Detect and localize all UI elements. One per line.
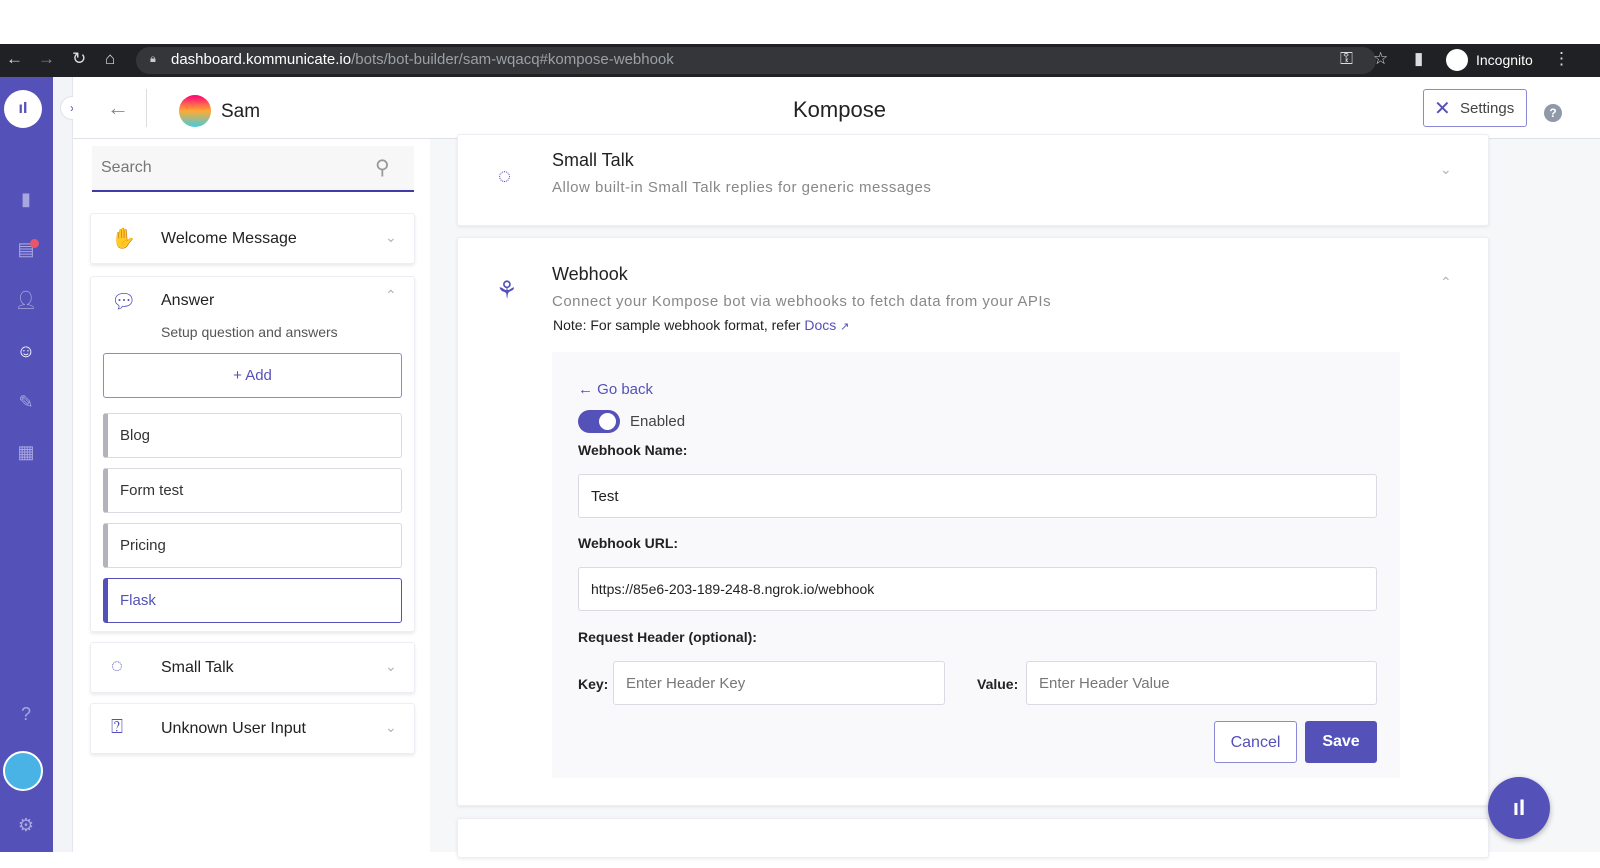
card-title: Webhook [552, 264, 628, 284]
menu-icon[interactable]: ⋮ [1553, 49, 1570, 69]
chat-widget-button[interactable]: ıI [1488, 777, 1550, 839]
webhook-url-input[interactable]: https://85e6-203-189-248-8.ngrok.io/webh… [578, 567, 1377, 611]
bot-avatar [179, 95, 211, 127]
divider [146, 89, 147, 127]
url-text[interactable]: dashboard.kommunicate.io/bots/bot-builde… [171, 51, 674, 68]
answer-item[interactable]: Pricing [103, 523, 402, 568]
webhook-note: Note: For sample webhook format, refer D… [553, 317, 849, 333]
webhook-card: ⚘ Webhook Connect your Kompose bot via w… [457, 237, 1489, 806]
chevron-down-icon[interactable]: ⌄ [385, 658, 397, 675]
request-header-label: Request Header (optional): [578, 629, 757, 645]
profile-label[interactable]: Incognito [1476, 52, 1533, 68]
page-header: ← Sam Kompose ✕ Settings ? [73, 77, 1600, 139]
chat-dots-icon: ◌ [498, 163, 512, 188]
note-text: Note: For sample webhook format, refer [553, 317, 801, 333]
sidepanel-icon[interactable]: ▮ [1414, 49, 1423, 69]
webhook-form: ← Go back Enabled Webhook Name: Test Web… [552, 352, 1400, 778]
bot-name: Sam [221, 101, 261, 122]
settings-button[interactable]: ✕ Settings [1423, 89, 1527, 127]
section-label[interactable]: Answer [161, 292, 214, 310]
left-nav: ıI ▮ ▤ 👤︎ ☺ ✎ ▦ ? ⚙ [0, 77, 53, 852]
sidebar-section-unknown-input[interactable]: ⍰ Unknown User Input ⌄ [90, 703, 415, 754]
users-icon[interactable]: 👤︎ [12, 290, 40, 312]
value-label: Value: [977, 676, 1019, 692]
webhook-icon: ⚘ [496, 277, 518, 304]
integrations-icon[interactable]: ✎ [12, 392, 40, 414]
chevron-down-icon[interactable]: ⌄ [385, 719, 397, 736]
card-description: Allow built-in Small Talk replies for ge… [552, 179, 932, 196]
docs-icon[interactable]: ▦ [12, 442, 40, 464]
key-icon[interactable]: ⚿ [1340, 49, 1353, 69]
webhook-url-label: Webhook URL: [578, 535, 679, 551]
chevron-down-icon[interactable]: ⌄ [1440, 161, 1452, 178]
save-button[interactable]: Save [1305, 721, 1377, 763]
home-icon[interactable]: ⌂ [105, 49, 115, 69]
star-icon[interactable]: ☆ [1373, 49, 1388, 69]
header-key-input[interactable]: Enter Header Key [613, 661, 945, 705]
section-description: Setup question and answers [161, 324, 338, 340]
collapse-strip: › [53, 77, 84, 852]
bot-icon[interactable]: ☺ [12, 341, 40, 363]
chevron-up-icon[interactable]: ⌃ [1440, 274, 1452, 291]
incognito-icon [1446, 49, 1468, 71]
gear-icon[interactable]: ⚙ [12, 815, 40, 837]
reload-icon[interactable]: ↻ [72, 49, 86, 69]
next-card [457, 818, 1489, 858]
answer-item[interactable]: Blog [103, 413, 402, 458]
sidebar-section-small-talk[interactable]: ◌ Small Talk ⌄ [90, 642, 415, 693]
section-label: Small Talk [161, 659, 234, 676]
webhook-name-input[interactable]: Test [578, 474, 1377, 518]
enabled-label: Enabled [630, 413, 686, 430]
header-value-input[interactable]: Enter Header Value [1026, 661, 1377, 705]
page-title: Kompose [793, 97, 886, 122]
answer-item-active[interactable]: Flask [103, 578, 402, 623]
webhook-name-label: Webhook Name: [578, 442, 688, 458]
reports-icon[interactable]: ▮ [12, 189, 40, 211]
help-icon[interactable]: ? [12, 704, 40, 726]
search-input[interactable]: Search ⚲ [92, 146, 414, 192]
back-arrow-icon[interactable]: ← [107, 95, 129, 121]
external-link-icon: ↗ [840, 321, 850, 333]
card-title: Small Talk [552, 150, 634, 170]
wave-icon: ✋ [111, 228, 136, 250]
sidebar-section-welcome-message[interactable]: ✋ Welcome Message ⌄ [90, 213, 415, 264]
back-icon[interactable]: ← [6, 49, 23, 69]
chevron-up-icon[interactable]: ⌃ [385, 287, 397, 304]
chat-dots-icon: ◌ [111, 655, 123, 677]
section-label: Welcome Message [161, 230, 297, 247]
settings-label: Settings [1460, 100, 1515, 117]
forward-icon[interactable]: → [38, 49, 55, 69]
lock-icon: 🔒︎ [150, 53, 156, 65]
go-back-link[interactable]: ← Go back [578, 381, 653, 398]
browser-toolbar: ← → ↻ ⌂ 🔒︎ dashboard.kommunicate.io/bots… [0, 44, 1600, 77]
question-chat-icon: 💬︎ [111, 291, 137, 313]
help-icon[interactable]: ? [1544, 104, 1562, 122]
small-talk-card[interactable]: ◌ Small Talk Allow built-in Small Talk r… [457, 134, 1489, 226]
add-answer-button[interactable]: + Add [103, 353, 402, 398]
close-icon: ✕ [1434, 98, 1451, 120]
chevron-down-icon[interactable]: ⌄ [385, 229, 397, 246]
search-icon: ⚲ [375, 157, 390, 179]
enabled-toggle[interactable] [578, 410, 620, 433]
key-label: Key: [578, 676, 609, 692]
question-icon: ⍰ [111, 716, 123, 738]
docs-link[interactable]: Docs [804, 317, 836, 333]
logo-icon[interactable]: ıI [4, 90, 42, 128]
avatar[interactable] [3, 751, 43, 791]
gutter [430, 139, 457, 852]
answer-item[interactable]: Form test [103, 468, 402, 513]
search-placeholder: Search [101, 159, 152, 176]
cancel-button[interactable]: Cancel [1214, 721, 1297, 763]
card-description: Connect your Kompose bot via webhooks to… [552, 293, 1052, 310]
section-label: Unknown User Input [161, 720, 306, 737]
notification-dot [30, 239, 39, 248]
